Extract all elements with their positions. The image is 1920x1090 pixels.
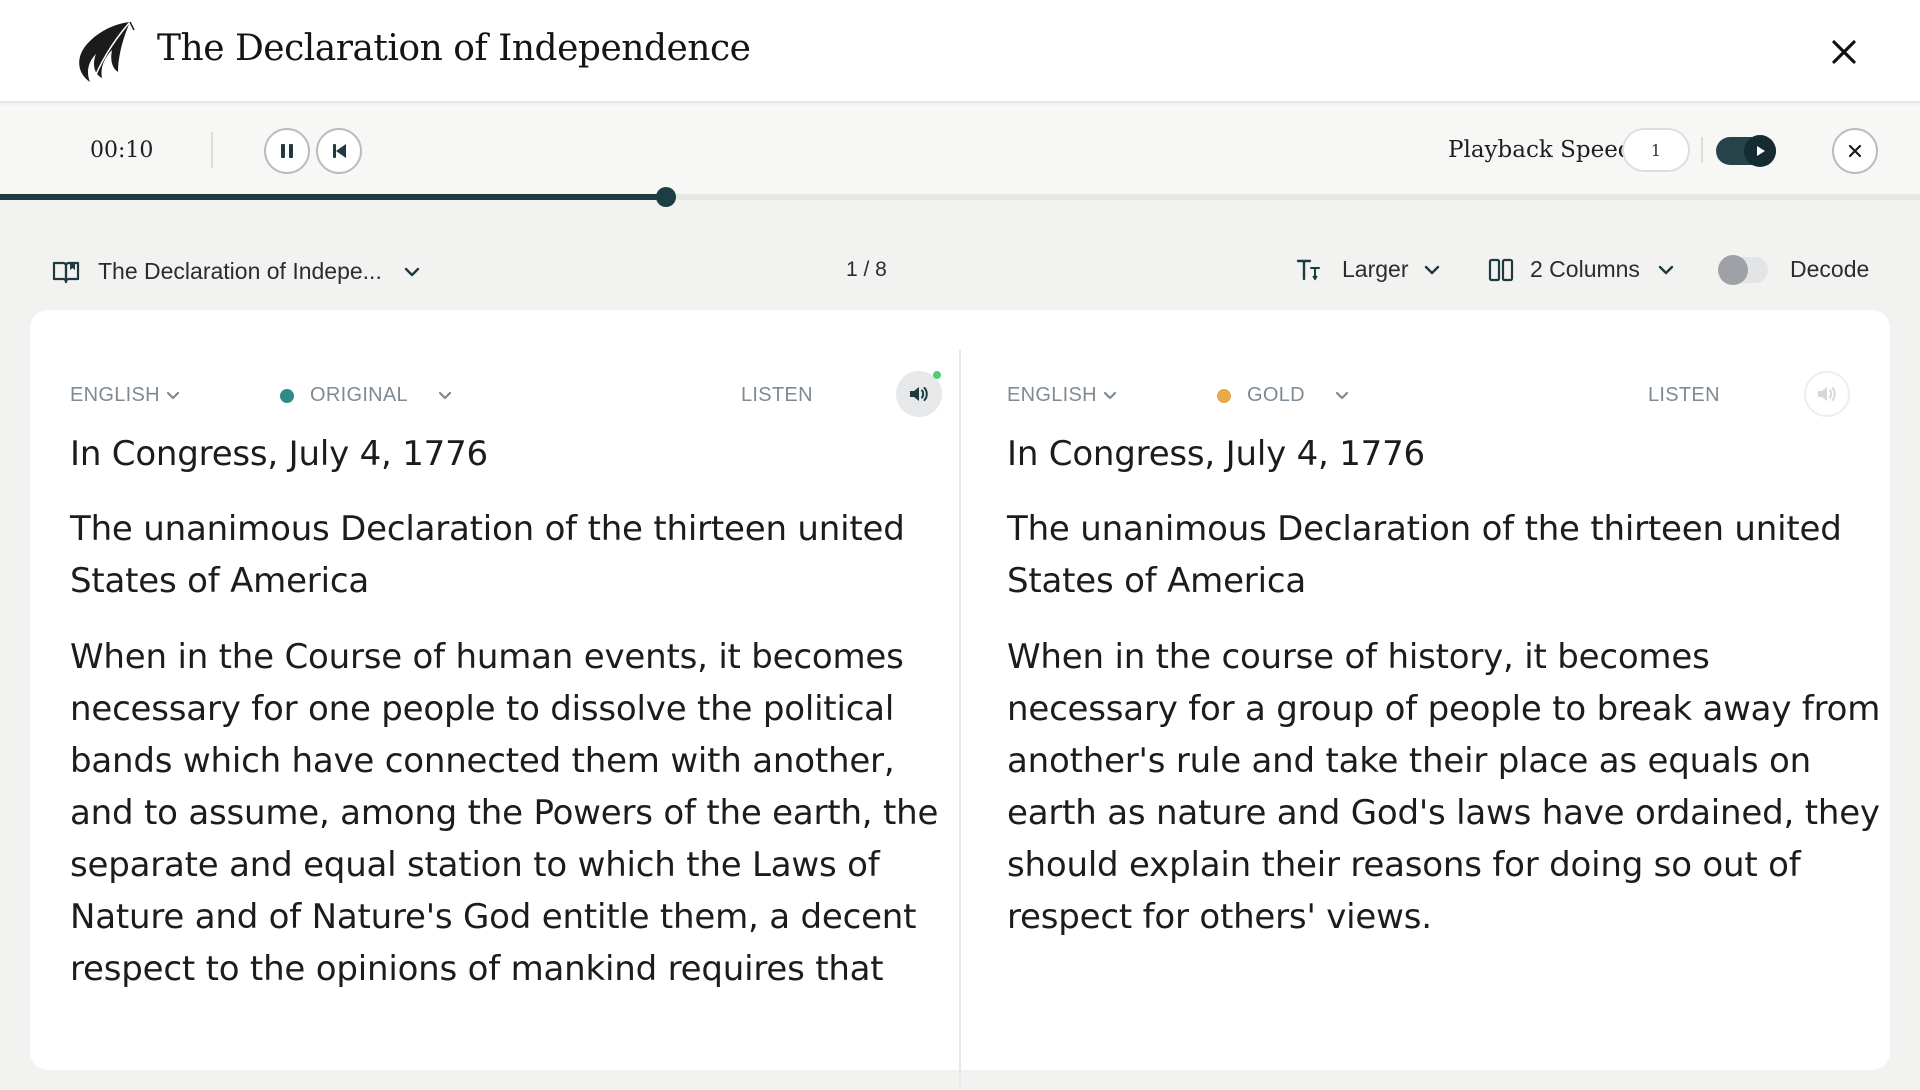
chevron-down-icon [1103, 391, 1117, 400]
language-label: ENGLISH [1007, 384, 1097, 406]
paragraph: The unanimous Declaration of the thirtee… [1007, 509, 1842, 601]
decode-label: Decode [1790, 256, 1870, 282]
column-header: ENGLISH GOLD LISTEN [1007, 310, 1887, 417]
chevron-down-icon [166, 391, 180, 400]
skip-back-button[interactable] [316, 128, 362, 174]
text-column-gold: ENGLISH GOLD LISTEN In Congress, July 4,… [1007, 310, 1887, 967]
progress-fill [0, 194, 667, 200]
language-selector[interactable]: ENGLISH [1007, 384, 1117, 407]
paragraph: When in the course of history, it become… [1007, 637, 1881, 937]
play-icon [1744, 135, 1776, 167]
column-divider [959, 350, 961, 1090]
playback-speed-label: Playback Speed [1448, 137, 1633, 163]
close-icon[interactable] [1826, 34, 1862, 70]
book-icon [52, 261, 80, 283]
text-size-value: Larger [1342, 256, 1409, 282]
quill-feather-logo [79, 21, 135, 85]
columns-selector[interactable]: 2 Columns [1488, 256, 1674, 283]
chevron-down-icon [1658, 265, 1674, 274]
reader-card: ENGLISH ORIGINAL LISTEN In Congress, Jul… [30, 310, 1890, 1090]
book-selector[interactable]: The Declaration of Indepe... [52, 258, 420, 285]
paragraph: In Congress, July 4, 1776 [70, 434, 488, 474]
reader-toolbar: The Declaration of Indepe... 1 / 8 Large… [0, 240, 1920, 310]
divider [211, 132, 213, 168]
listen-label: LISTEN [741, 384, 813, 406]
version-color-dot [1217, 388, 1231, 403]
chevron-down-icon [1425, 265, 1440, 274]
chevron-down-icon [438, 391, 452, 400]
column-header: ENGLISH ORIGINAL LISTEN [70, 310, 950, 417]
decode-toggle[interactable]: Decode [1718, 254, 1870, 285]
paragraph: In Congress, July 4, 1776 [1007, 434, 1425, 474]
progress-handle[interactable] [656, 187, 677, 207]
skip-back-icon [333, 144, 346, 158]
pause-button[interactable] [264, 128, 310, 174]
playback-progress-bar[interactable] [0, 187, 1920, 207]
autoplay-toggle[interactable] [1716, 135, 1776, 167]
page-indicator: 1 / 8 [846, 258, 887, 281]
version-selector[interactable]: ORIGINAL [280, 384, 452, 407]
pause-icon [281, 144, 293, 158]
toggle-switch[interactable] [1718, 254, 1768, 285]
columns-icon [1488, 258, 1514, 281]
audio-player-bar: 00:10 Playback Speed 1 [0, 105, 1920, 195]
playback-speed-input[interactable]: 1 [1622, 128, 1690, 172]
app-header: The Declaration of Independence [0, 0, 1920, 103]
speaker-icon [910, 387, 928, 401]
text-size-selector[interactable]: Larger [1296, 256, 1440, 283]
paragraph: The unanimous Declaration of the thirtee… [70, 509, 905, 601]
chevron-down-icon [1335, 391, 1348, 400]
listen-button[interactable] [1804, 371, 1850, 417]
speaker-icon [1818, 387, 1836, 401]
text-column-original: ENGLISH ORIGINAL LISTEN In Congress, Jul… [70, 310, 950, 1019]
language-label: ENGLISH [70, 384, 160, 406]
elapsed-time: 00:10 [90, 138, 154, 163]
chevron-down-icon [404, 267, 420, 276]
listen-label: LISTEN [1648, 384, 1720, 406]
page-title: The Declaration of Independence [157, 28, 751, 69]
passage-text: In Congress, July 4, 1776 The unanimous … [1007, 428, 1887, 943]
version-label: GOLD [1247, 384, 1305, 406]
divider [1701, 137, 1703, 163]
text-size-icon [1296, 259, 1320, 280]
version-color-dot [280, 388, 294, 403]
version-selector[interactable]: GOLD [1217, 384, 1349, 407]
language-selector[interactable]: ENGLISH [70, 384, 180, 407]
toggle-knob [1718, 254, 1748, 285]
version-label: ORIGINAL [310, 384, 408, 406]
paragraph: When in the Course of human events, it b… [70, 637, 939, 989]
listen-button[interactable] [896, 371, 942, 417]
close-icon [1848, 144, 1862, 158]
active-indicator [933, 371, 941, 379]
close-player-button[interactable] [1832, 128, 1878, 174]
passage-text: In Congress, July 4, 1776 The unanimous … [70, 428, 950, 995]
columns-value: 2 Columns [1530, 256, 1640, 282]
book-title: The Declaration of Indepe... [98, 258, 382, 284]
